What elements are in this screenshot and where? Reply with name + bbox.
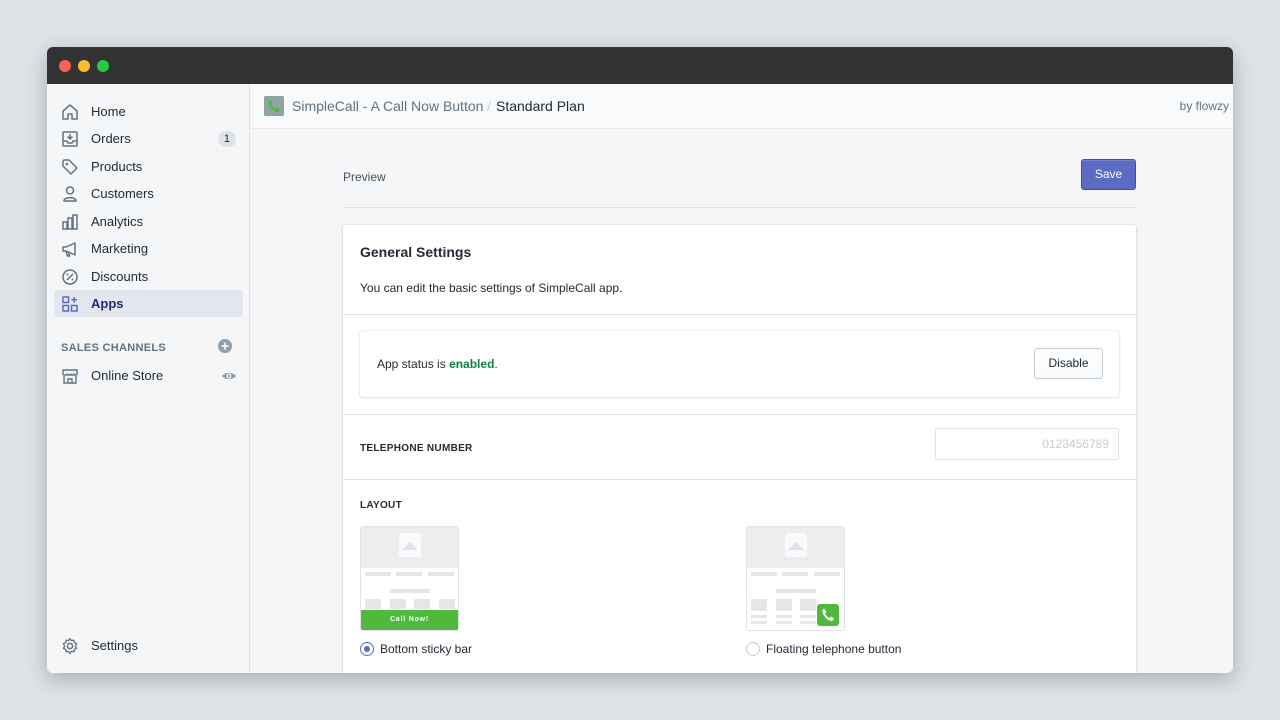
card-title: General Settings — [360, 244, 472, 260]
telephone-input[interactable] — [935, 428, 1119, 460]
thumbnail-block — [800, 615, 816, 618]
floating-button-layout-thumbnail[interactable] — [746, 526, 845, 631]
app-status-box: App status is enabled. Disable — [360, 331, 1119, 397]
phone-icon — [822, 609, 834, 621]
breadcrumb-app-name[interactable]: SimpleCall - A Call Now Button — [292, 98, 483, 114]
image-placeholder-icon — [785, 533, 807, 557]
bottom-sticky-bar-label[interactable]: Bottom sticky bar — [380, 642, 472, 656]
sidebar-item-settings[interactable]: Settings — [54, 632, 243, 659]
minimize-window-button[interactable] — [78, 60, 90, 72]
thumbnail-block — [800, 599, 816, 611]
thumbnail-hero — [361, 527, 458, 568]
sidebar-item-orders[interactable]: Orders 1 — [54, 125, 243, 152]
layout-label: LAYOUT — [360, 500, 402, 511]
thumbnail-block — [414, 599, 430, 609]
card-description: You can edit the basic settings of Simpl… — [360, 281, 623, 295]
thumbnail-block — [365, 572, 391, 576]
status-suffix: . — [494, 357, 498, 371]
app-window: Home Orders 1 Products Customers Analyti… — [47, 47, 1233, 673]
home-icon — [62, 104, 78, 120]
floating-telephone-button-label[interactable]: Floating telephone button — [766, 642, 901, 656]
sidebar-item-products[interactable]: Products — [54, 153, 243, 180]
eye-icon[interactable] — [221, 368, 237, 384]
add-sales-channel-icon[interactable] — [217, 338, 233, 354]
section-divider — [343, 414, 1136, 415]
thumbnail-block — [751, 599, 767, 611]
thumbnail-block — [751, 572, 777, 576]
thumbnail-block — [800, 621, 816, 624]
discount-icon — [62, 269, 78, 285]
header-divider — [343, 207, 1136, 208]
maximize-window-button[interactable] — [97, 60, 109, 72]
thumbnail-block — [776, 599, 792, 611]
thumbnail-hero — [747, 527, 844, 568]
sidebar-item-label: Settings — [91, 638, 138, 653]
status-prefix: App status is — [377, 357, 450, 371]
save-button[interactable]: Save — [1081, 159, 1136, 190]
app-header: SimpleCall - A Call Now Button / Standar… — [251, 84, 1233, 129]
sidebar-item-home[interactable]: Home — [54, 98, 243, 125]
sidebar-item-analytics[interactable]: Analytics — [54, 208, 243, 235]
call-now-sticky-bar: Call Now! — [361, 610, 458, 630]
telephone-label: TELEPHONE NUMBER — [360, 443, 473, 454]
thumbnail-block — [390, 589, 430, 593]
sidebar-nav: Home Orders 1 Products Customers Analyti… — [47, 84, 250, 673]
disable-button[interactable]: Disable — [1034, 348, 1103, 379]
megaphone-icon — [62, 242, 76, 257]
store-icon — [62, 369, 78, 384]
gear-icon — [62, 637, 78, 655]
thumbnail-block — [439, 599, 455, 609]
thumbnail-block — [782, 572, 808, 576]
apps-icon — [62, 296, 78, 312]
sidebar-item-label: Online Store — [91, 368, 164, 383]
sticky-bar-layout-thumbnail[interactable]: Call Now! — [360, 526, 459, 631]
sales-channels-heading: SALES CHANNELS — [61, 342, 167, 354]
app-status-text: App status is enabled. — [377, 357, 498, 371]
thumbnail-block — [390, 599, 406, 609]
sidebar-item-label: Orders — [91, 131, 131, 146]
thumbnail-block — [428, 572, 454, 576]
thumbnail-block — [776, 589, 816, 593]
thumbnail-block — [365, 599, 381, 609]
image-placeholder-icon — [399, 533, 421, 557]
thumbnail-block — [776, 615, 792, 618]
main-content: Preview Save General Settings You can ed… — [251, 129, 1233, 673]
status-value: enabled — [449, 357, 495, 371]
sidebar-item-apps[interactable]: Apps — [54, 290, 243, 317]
simplecall-logo — [264, 96, 284, 116]
sidebar-item-label: Analytics — [91, 214, 144, 229]
sidebar-item-label: Discounts — [91, 269, 149, 284]
breadcrumb-separator: / — [487, 98, 491, 114]
sidebar-item-label: Customers — [91, 186, 154, 201]
orders-icon — [62, 131, 78, 147]
thumbnail-block — [396, 572, 422, 576]
sidebar-item-label: Home — [91, 104, 126, 119]
general-settings-card: General Settings You can edit the basic … — [343, 225, 1136, 673]
floating-telephone-button-radio[interactable] — [746, 642, 760, 656]
thumbnail-block — [814, 572, 840, 576]
section-divider — [343, 479, 1136, 480]
sidebar-item-marketing[interactable]: Marketing — [54, 235, 243, 262]
page-title: Standard Plan — [496, 98, 585, 114]
sidebar-item-label: Apps — [91, 296, 124, 311]
preview-label: Preview — [343, 170, 386, 184]
person-icon — [63, 186, 77, 202]
sidebar-item-discounts[interactable]: Discounts — [54, 263, 243, 290]
close-window-button[interactable] — [59, 60, 71, 72]
window-titlebar — [47, 47, 1233, 84]
thumbnail-block — [751, 621, 767, 624]
sidebar-item-customers[interactable]: Customers — [54, 180, 243, 207]
sidebar-item-online-store[interactable]: Online Store — [54, 362, 243, 389]
bottom-sticky-bar-radio[interactable] — [360, 642, 374, 656]
bar-chart-icon — [62, 214, 78, 230]
orders-count-badge: 1 — [217, 131, 236, 147]
tag-icon — [62, 159, 78, 175]
developer-credit[interactable]: by flowzy — [1180, 99, 1229, 113]
thumbnail-block — [776, 621, 792, 624]
floating-phone-button — [817, 604, 839, 626]
sidebar-item-label: Products — [91, 159, 143, 174]
thumbnail-block — [751, 615, 767, 618]
section-divider — [343, 314, 1136, 315]
sidebar-item-label: Marketing — [91, 241, 149, 256]
